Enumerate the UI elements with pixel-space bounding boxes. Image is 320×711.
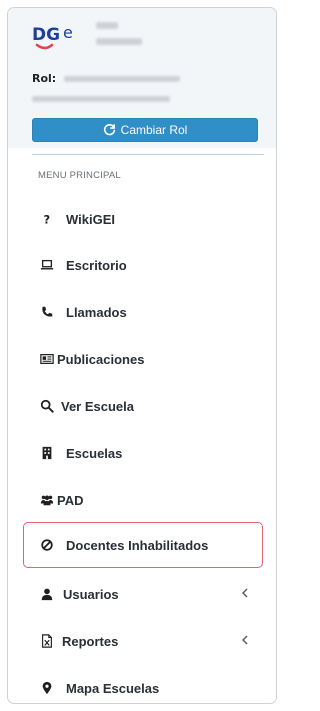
refresh-icon: [103, 123, 115, 135]
menu-item-llamados[interactable]: Llamados: [24, 294, 262, 330]
phone-icon: [39, 304, 55, 320]
newspaper-icon: [39, 351, 55, 367]
menu-item-label: Reportes: [62, 633, 119, 649]
dge-logo: DG e: [32, 23, 73, 50]
menu-item-mapa-escuelas[interactable]: Mapa Escuelas: [24, 670, 262, 703]
menu-item-label: Usuarios: [63, 586, 119, 602]
svg-text:?: ?: [44, 212, 51, 226]
role-value-redacted: [64, 76, 180, 82]
user-icon: [39, 586, 55, 602]
menu-item-label: Escritorio: [66, 257, 127, 273]
ban-icon: [39, 537, 55, 553]
role-value-redacted-2: [32, 96, 170, 102]
change-role-label: Cambiar Rol: [120, 123, 188, 137]
chevron-left-icon: [242, 635, 248, 645]
file-excel-icon: [39, 633, 55, 649]
menu-item-label: Escuelas: [66, 445, 123, 461]
divider: [32, 154, 264, 155]
question-icon: ?: [39, 211, 55, 227]
change-role-button[interactable]: Cambiar Rol: [32, 118, 258, 142]
menu-item-publicaciones[interactable]: Publicaciones: [24, 341, 262, 377]
menu-item-wikigei[interactable]: ? WikiGEI: [24, 201, 262, 237]
menu-item-label: WikiGEI: [66, 211, 116, 227]
menu-item-label: Mapa Escuelas: [66, 680, 160, 696]
user-id-redacted: [96, 38, 142, 45]
menu-item-label: PAD: [57, 492, 84, 508]
sidebar: DG e Rol: Cambiar Rol MENU PRINCIPAL ? W…: [7, 7, 277, 704]
map-marker-icon: [39, 680, 55, 696]
menu-item-label: Publicaciones: [57, 351, 145, 367]
laptop-icon: [39, 257, 55, 273]
menu-item-ver-escuela[interactable]: Ver Escuela: [24, 388, 262, 424]
menu-item-pad[interactable]: PAD: [24, 482, 262, 518]
building-icon: [39, 445, 55, 461]
search-icon: [39, 398, 55, 414]
menu-item-escuelas[interactable]: Escuelas: [24, 435, 262, 471]
menu-item-label: Docentes Inhabilitados: [66, 537, 209, 553]
menu-item-docentes-inhabilitados[interactable]: Docentes Inhabilitados: [23, 522, 263, 568]
menu-item-escritorio[interactable]: Escritorio: [24, 247, 262, 283]
chevron-left-icon: [242, 588, 248, 598]
svg-text:e: e: [63, 23, 73, 42]
role-label: Rol:: [32, 72, 57, 85]
menu-item-reportes[interactable]: Reportes: [24, 623, 262, 659]
svg-text:DG: DG: [32, 25, 60, 45]
menu-item-usuarios[interactable]: Usuarios: [24, 576, 262, 612]
menu-item-label: Ver Escuela: [61, 398, 134, 414]
menu-header: MENU PRINCIPAL: [38, 170, 121, 181]
user-name-redacted: [96, 22, 118, 29]
users-icon: [39, 492, 55, 508]
menu-item-label: Llamados: [66, 304, 127, 320]
